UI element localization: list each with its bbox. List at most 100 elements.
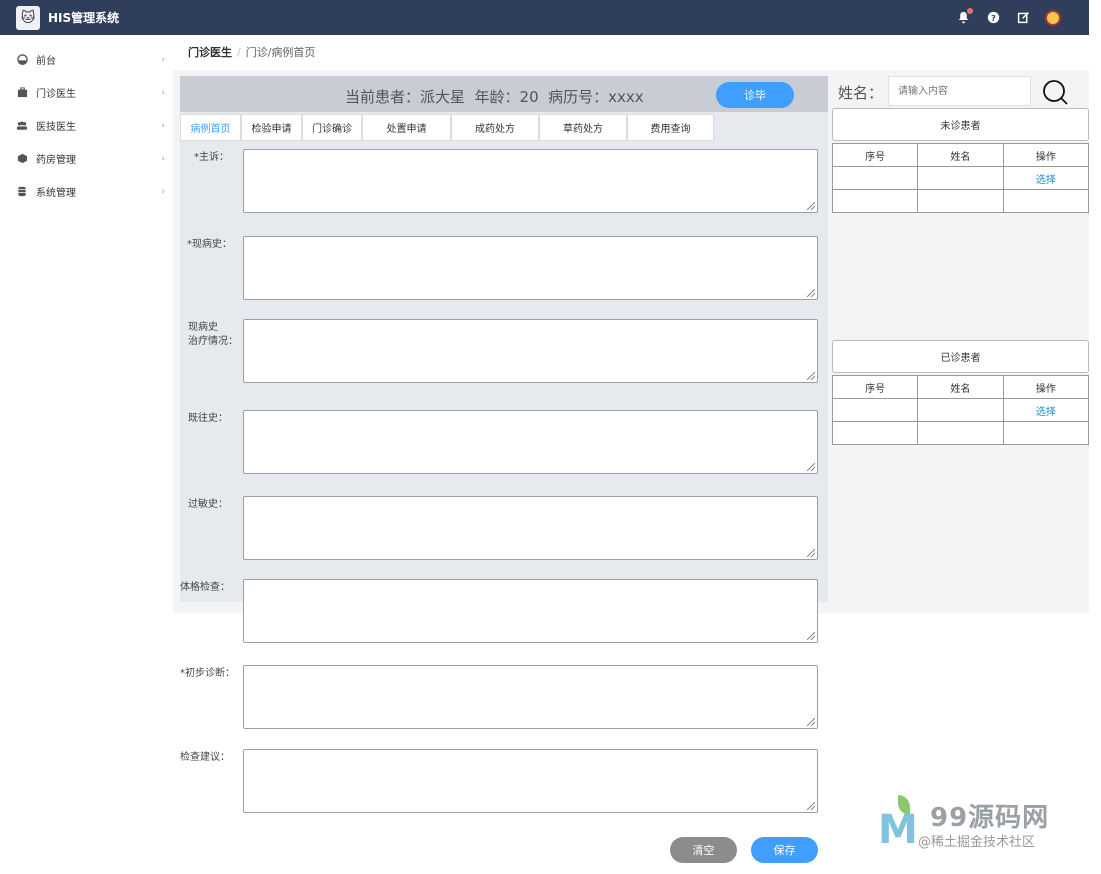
resize-grip-icon[interactable]	[807, 802, 815, 810]
chevron-right-icon: ›	[161, 186, 165, 197]
preliminary-diagnosis-input[interactable]	[243, 665, 818, 729]
label-past-history: 既往史：	[188, 413, 228, 424]
pending-patients-table: 序号 姓名 操作 选择	[831, 143, 1090, 213]
tab-lab-request[interactable]: 检验申请	[241, 114, 302, 141]
briefcase-icon	[16, 87, 28, 99]
done-patients-header[interactable]: 已诊患者	[832, 340, 1089, 373]
sidebar: 前台 › 门诊医生 › 医技医生 › 药房管理 › 系统管理 ›	[0, 35, 173, 874]
cell-index	[831, 398, 919, 422]
label-chief-complaint: *主诉：	[194, 152, 229, 163]
record-tabs: 病例首页 检验申请 门诊确诊 处置申请 成药处方 草药处方 费用查询	[180, 114, 714, 141]
sidebar-item-system[interactable]: 系统管理 ›	[0, 175, 173, 208]
past-history-input[interactable]	[243, 410, 818, 474]
sidebar-item-outpatient-doctor[interactable]: 门诊医生 ›	[0, 76, 173, 109]
col-header-index: 序号	[831, 375, 919, 399]
clear-button[interactable]: 清空	[670, 837, 737, 863]
col-header-action: 操作	[1002, 143, 1090, 167]
exam-advice-input[interactable]	[243, 749, 818, 813]
resize-grip-icon[interactable]	[807, 372, 815, 380]
breadcrumb-path: 门诊/病例首页	[245, 46, 316, 59]
sidebar-item-medtech-doctor[interactable]: 医技医生 ›	[0, 109, 173, 142]
tab-case-home[interactable]: 病例首页	[180, 114, 241, 141]
cell-index	[831, 421, 919, 445]
allergy-history-input[interactable]	[243, 496, 818, 560]
tab-outpatient-confirm[interactable]: 门诊确诊	[302, 114, 362, 141]
table-row	[831, 189, 1090, 213]
present-illness-treatment-input[interactable]	[243, 319, 818, 383]
label-allergy-history: 过敏史：	[188, 499, 228, 510]
label-present-illness-treatment: 现病史 治疗情况：	[188, 322, 238, 347]
label-present-illness: *现病史：	[187, 239, 232, 250]
resize-grip-icon[interactable]	[807, 463, 815, 471]
select-link[interactable]: 选择	[1002, 398, 1090, 422]
cell-name	[917, 421, 1004, 445]
sidebar-item-label: 医技医生	[36, 122, 76, 133]
tab-herbal-medicine[interactable]: 草药处方	[539, 114, 627, 141]
tab-fee-query[interactable]: 费用查询	[627, 114, 714, 141]
name-search-input[interactable]	[888, 76, 1031, 106]
chief-complaint-input[interactable]	[243, 149, 818, 213]
present-illness-input[interactable]	[243, 236, 818, 300]
table-header-row: 序号 姓名 操作	[831, 375, 1090, 399]
database-icon	[16, 186, 28, 198]
table-row: 选择	[831, 398, 1090, 422]
resize-grip-icon[interactable]	[807, 632, 815, 640]
resize-grip-icon[interactable]	[807, 718, 815, 726]
chevron-right-icon: ›	[161, 153, 165, 164]
sidebar-item-label: 系统管理	[36, 188, 76, 199]
pending-patients-header[interactable]: 未诊患者	[832, 108, 1089, 141]
cell-index	[831, 166, 919, 190]
help-icon[interactable]: ?	[985, 10, 1001, 26]
chevron-right-icon: ›	[161, 87, 165, 98]
edit-icon[interactable]	[1015, 10, 1031, 26]
col-header-index: 序号	[831, 143, 919, 167]
cell-action	[1002, 421, 1090, 445]
avatar[interactable]	[1045, 9, 1061, 26]
search-icon[interactable]	[1042, 79, 1068, 105]
name-search-label: 姓名：	[838, 84, 884, 102]
app-title: HIS管理系统	[48, 11, 120, 25]
bell-icon[interactable]	[955, 7, 973, 26]
physical-exam-input[interactable]	[243, 579, 818, 643]
breadcrumb-current[interactable]: 门诊医生	[188, 46, 232, 59]
chevron-right-icon: ›	[161, 54, 165, 65]
col-header-action: 操作	[1002, 375, 1090, 399]
resize-grip-icon[interactable]	[807, 549, 815, 557]
cell-index	[831, 189, 919, 213]
chevron-right-icon: ›	[161, 120, 165, 131]
logo-icon: 🐱	[16, 5, 40, 30]
select-link[interactable]: 选择	[1002, 166, 1090, 190]
watermark-subtext: @稀土掘金技术社区	[918, 835, 1036, 850]
finish-diagnosis-button[interactable]: 诊毕	[716, 82, 794, 108]
label-physical-exam: 体格检查：	[180, 582, 230, 593]
patient-info: 当前患者：派大星 年龄：20 病历号：xxxx	[345, 88, 644, 106]
cell-name	[917, 189, 1004, 213]
svg-text:?: ?	[991, 13, 996, 23]
col-header-name: 姓名	[917, 143, 1004, 167]
resize-grip-icon[interactable]	[807, 202, 815, 210]
watermark-brand: 99源码网	[930, 803, 1050, 833]
table-header-row: 序号 姓名 操作	[831, 143, 1090, 167]
top-icons: ?	[955, 0, 1061, 35]
box-icon	[16, 153, 28, 165]
resize-grip-icon[interactable]	[807, 289, 815, 297]
users-icon	[16, 120, 28, 132]
col-header-name: 姓名	[917, 375, 1004, 399]
label-preliminary-diagnosis: *初步诊断：	[180, 668, 235, 679]
tab-treatment-request[interactable]: 处置申请	[362, 114, 451, 141]
sidebar-item-label: 门诊医生	[36, 89, 76, 100]
tab-patent-medicine[interactable]: 成药处方	[451, 114, 539, 141]
save-button[interactable]: 保存	[751, 837, 818, 863]
table-row: 选择	[831, 166, 1090, 190]
sidebar-item-label: 前台	[36, 56, 56, 67]
breadcrumb: 门诊医生 / 门诊/病例首页	[188, 44, 315, 60]
sidebar-item-pharmacy[interactable]: 药房管理 ›	[0, 142, 173, 175]
sidebar-item-label: 药房管理	[36, 155, 76, 166]
cell-action	[1002, 189, 1090, 213]
label-exam-advice: 检查建议：	[180, 752, 230, 763]
cell-name	[917, 166, 1004, 190]
watermark-logo-icon: M	[878, 807, 918, 853]
cell-name	[917, 398, 1004, 422]
top-bar: 🐱 HIS管理系统 ?	[0, 0, 1089, 35]
sidebar-item-front-desk[interactable]: 前台 ›	[0, 43, 173, 76]
